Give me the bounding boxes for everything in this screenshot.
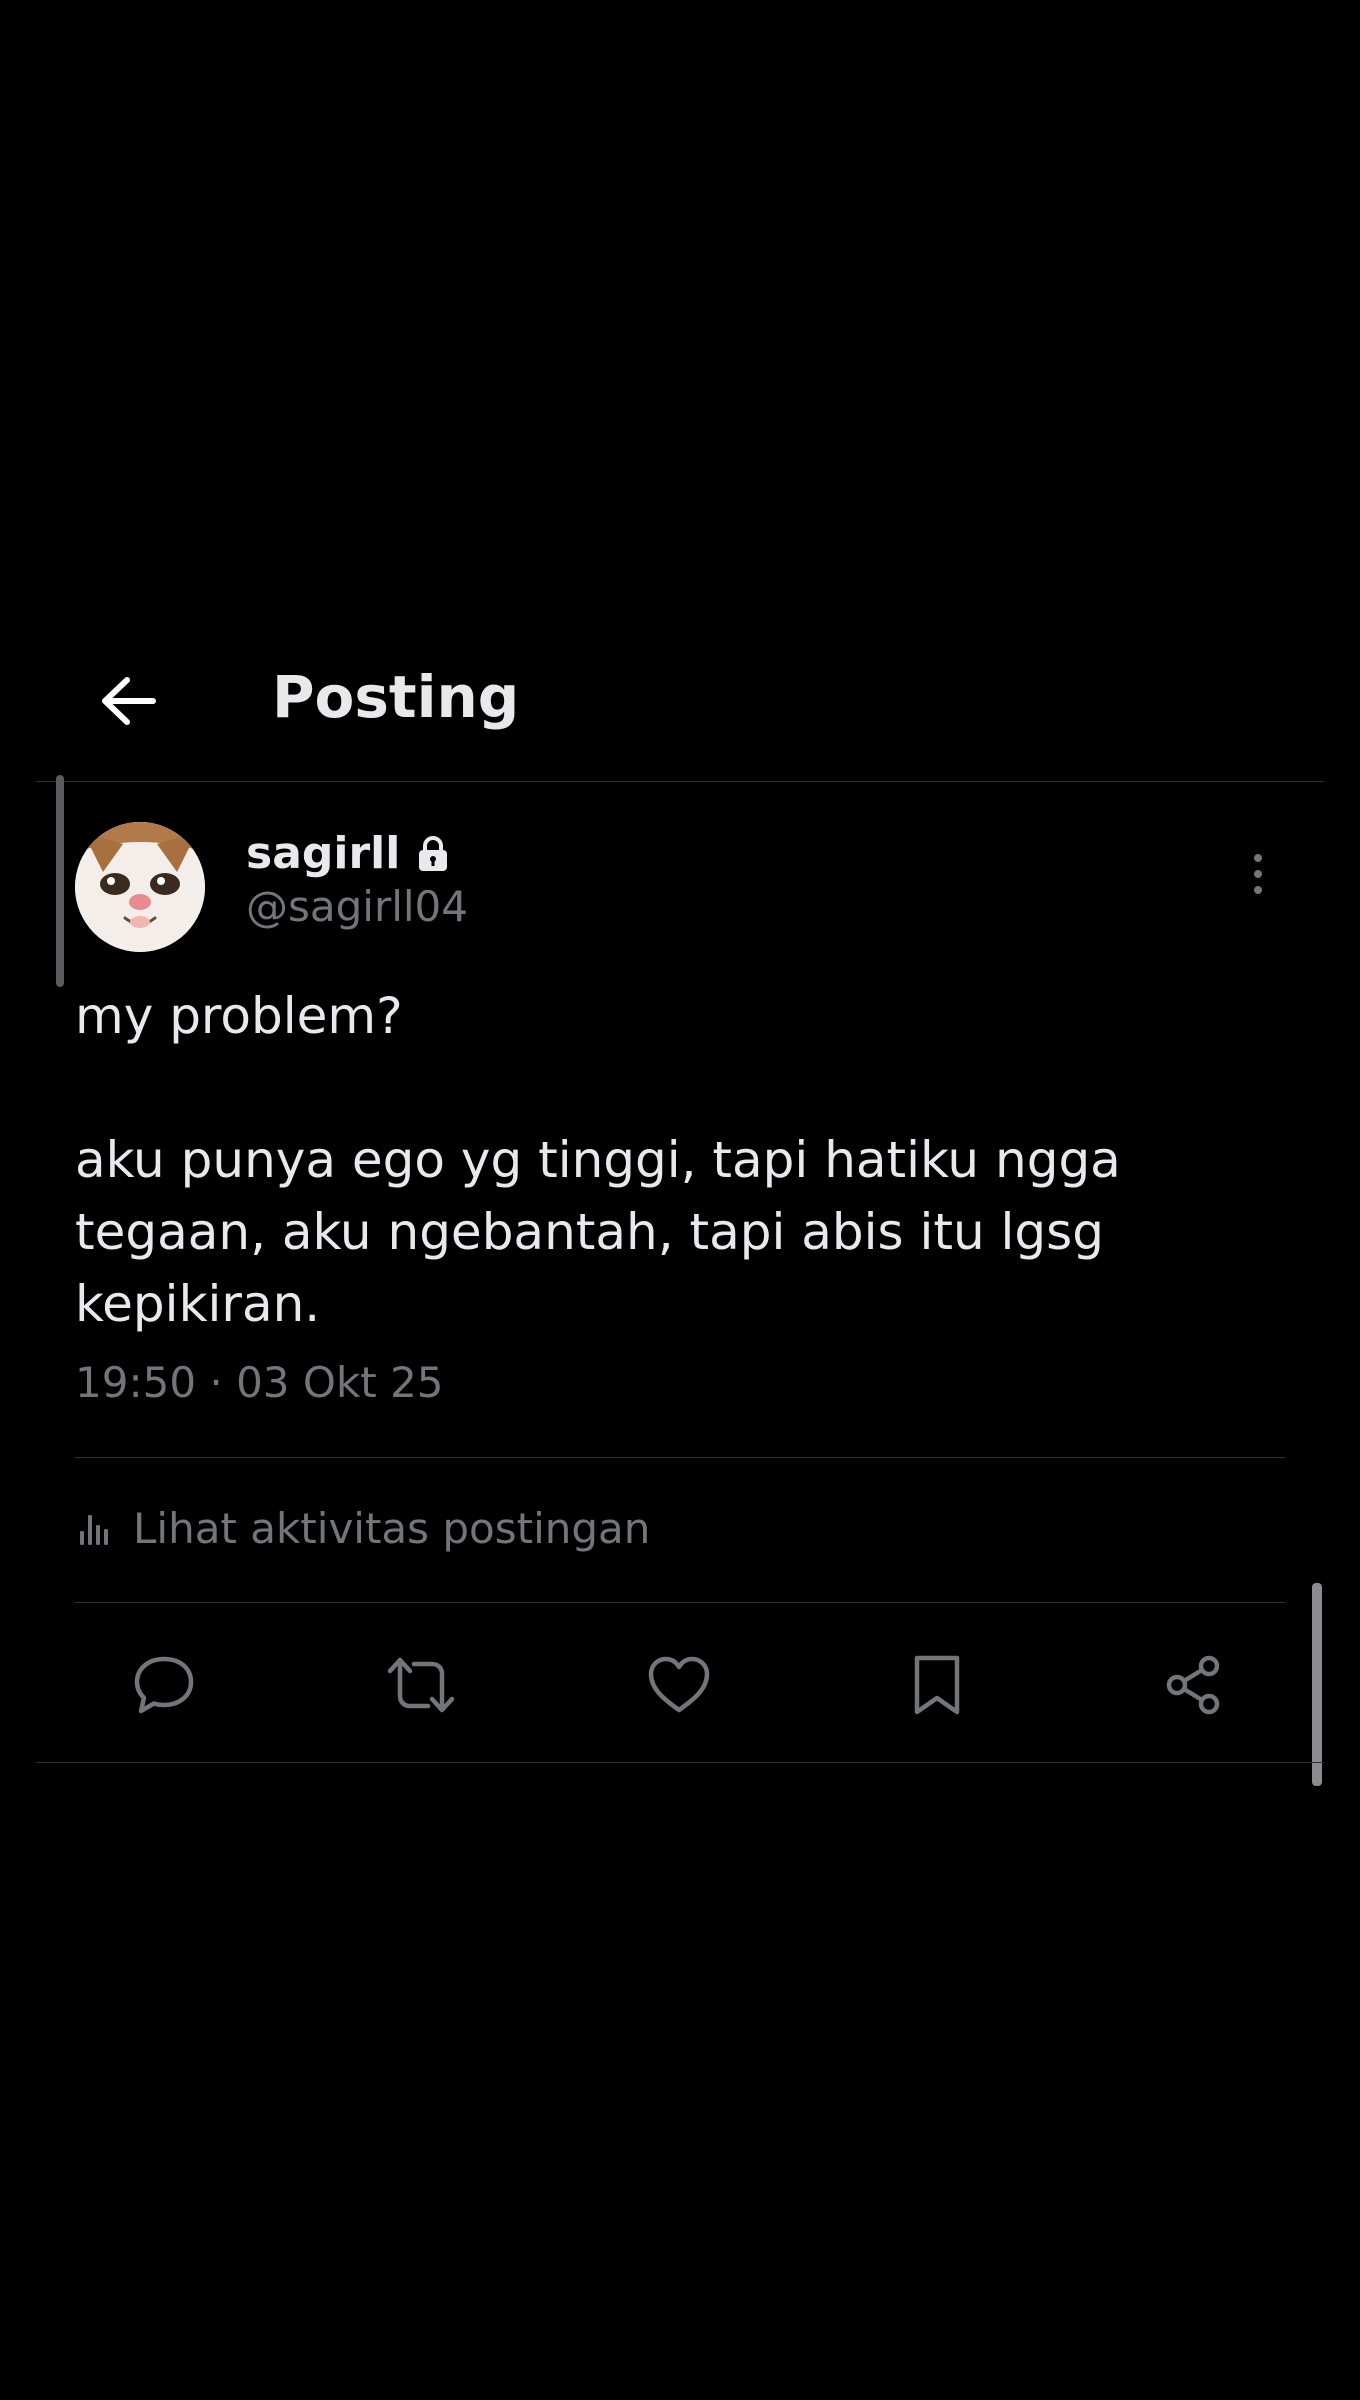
top-bar: Posting bbox=[0, 640, 1360, 780]
like-button[interactable] bbox=[639, 1645, 719, 1725]
avatar[interactable] bbox=[75, 822, 205, 952]
lock-icon bbox=[416, 835, 450, 873]
activity-label: Lihat aktivitas postingan bbox=[133, 1504, 651, 1553]
scroll-indicator-top bbox=[56, 775, 64, 987]
post-text: my problem? aku punya ego yg tinggi, tap… bbox=[75, 987, 1121, 1333]
page-title: Posting bbox=[272, 663, 520, 731]
bar-chart-icon bbox=[75, 1509, 115, 1549]
more-vertical-icon bbox=[1254, 854, 1262, 894]
author-name-row[interactable]: sagirll bbox=[246, 828, 450, 881]
repost-button[interactable] bbox=[381, 1645, 461, 1725]
back-button[interactable] bbox=[92, 665, 164, 737]
timestamp-divider bbox=[75, 1457, 1285, 1458]
scrollbar-thumb[interactable] bbox=[1312, 1583, 1322, 1786]
display-name[interactable]: sagirll bbox=[246, 828, 400, 881]
bookmark-icon bbox=[914, 1655, 960, 1715]
heart-icon bbox=[648, 1656, 710, 1713]
cat-face-avatar-icon bbox=[75, 822, 205, 952]
view-post-activity-link[interactable]: Lihat aktivitas postingan bbox=[75, 1504, 650, 1554]
activity-divider bbox=[75, 1602, 1285, 1603]
header-divider bbox=[36, 781, 1324, 782]
repost-icon bbox=[387, 1657, 455, 1713]
author-handle[interactable]: @sagirll04 bbox=[246, 882, 468, 932]
post-timestamp[interactable]: 19:50 · 03 Okt 25 bbox=[75, 1358, 444, 1408]
post-bottom-divider bbox=[36, 1762, 1324, 1763]
share-button[interactable] bbox=[1154, 1645, 1234, 1725]
reply-button[interactable] bbox=[124, 1645, 204, 1725]
reply-icon bbox=[134, 1656, 194, 1714]
more-options-button[interactable] bbox=[1230, 842, 1286, 906]
share-icon bbox=[1166, 1655, 1220, 1715]
bookmark-button[interactable] bbox=[897, 1645, 977, 1725]
arrow-left-icon bbox=[102, 677, 156, 725]
